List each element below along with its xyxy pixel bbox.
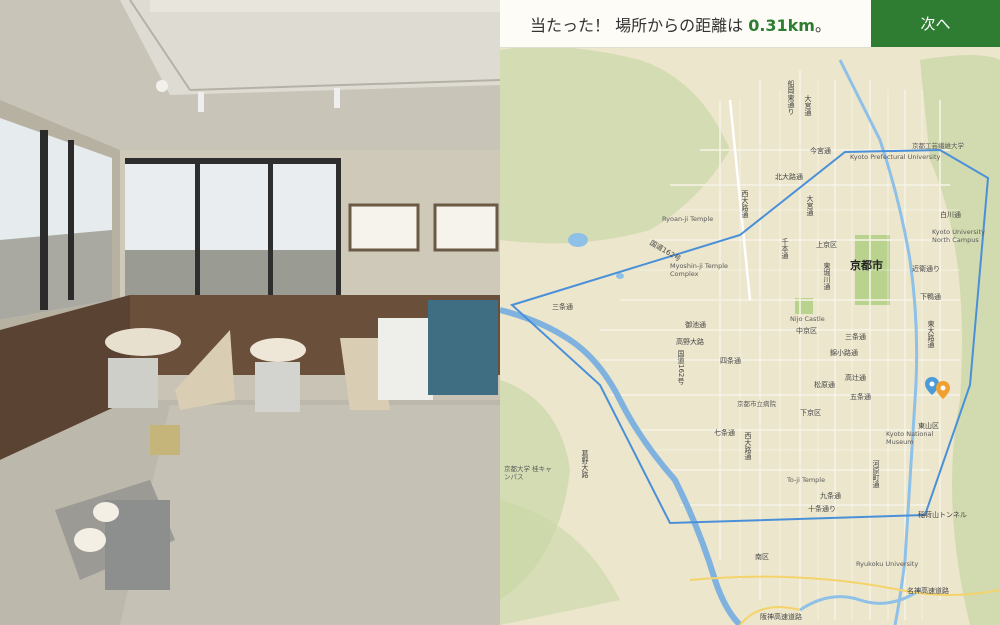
result-map[interactable]: 船岡東通り 大宮通 今宮通 京都工芸繊維大学 Kyoto Prefectural… [500,0,1000,625]
map-label: Kyoto Prefectural University [850,153,941,161]
map-label: 船岡東通り [787,80,795,115]
answer-pin-icon[interactable] [936,381,950,399]
map-label: 京都大学 桂キャンパス [504,465,552,481]
map-label: 三条通 [845,333,866,341]
map-label: 十条通り [808,505,836,513]
map-label: 白川通 [940,211,961,219]
map-label: 河原町通 [872,460,880,488]
map-label: 北大路通 [775,173,803,181]
map-label: 中京区 [796,327,817,335]
map-label: To-ji Temple [787,476,826,484]
next-button[interactable]: 次へ [871,0,1000,47]
map-label: Myoshin-ji Temple Complex [670,262,729,278]
map-label: 七条通 [714,429,735,437]
map-label: 葛野大路 [581,450,589,478]
map-label: 高野大路 [676,338,704,346]
map-label: 錦小路通 [830,349,858,357]
map-label: 四条通 [720,357,741,365]
map-label: 下鴨通 [920,293,941,301]
map-label: 大宮通 [804,95,812,116]
map-label: 五条通 [850,393,871,401]
map-label: 東堀川通 [823,262,831,290]
map-label: 御池通 [685,321,706,329]
city-label: 京都市 [850,259,883,272]
map-label: Ryoan-ji Temple [662,215,714,223]
map-label: 国道162号 [677,350,685,385]
map-label: 千本通 [781,238,789,259]
map-label: 今宮通 [810,147,831,155]
result-distance: 0.31km [748,15,815,35]
map-label: 西大路通 [741,190,749,218]
map-label: 大宮通 [806,195,814,216]
map-label: 松原通 [814,381,835,389]
map-label: 近衛通り [912,265,940,273]
map-label: 稲荷山トンネル [918,511,967,519]
map-label: 阪神高速道路 [760,613,802,621]
map-label: Kyoto University North Campus [932,228,985,244]
map-label: 九条通 [820,492,841,500]
map-label: Nijo Castle [790,315,825,323]
map-canvas [500,46,1000,625]
map-label: 京都工芸繊維大学 [912,142,964,150]
street-view-scene [0,0,500,625]
map-label: 西大路通 [744,432,752,460]
map-label: 高辻通 [845,374,866,382]
map-label: Kyoto National Museum [886,430,934,446]
map-label: 上京区 [816,241,837,249]
street-view-photo[interactable] [0,0,500,625]
result-prefix: 当たった！ 場所からの距離は [530,15,749,35]
map-label: 名神高速道路 [907,587,949,595]
result-message: 当たった！ 場所からの距離は 0.31km。 [500,12,831,36]
map-label: 京都市立病院 [737,400,776,408]
map-label: 南区 [755,553,769,561]
map-label: Ryukoku University [856,560,919,568]
map-label: 東大路通 [927,320,935,348]
result-suffix: 。 [814,15,831,35]
map-label: 下京区 [800,409,821,417]
map-label: 三条通 [552,303,573,311]
result-bar: 当たった！ 場所からの距離は 0.31km。 [500,0,871,48]
